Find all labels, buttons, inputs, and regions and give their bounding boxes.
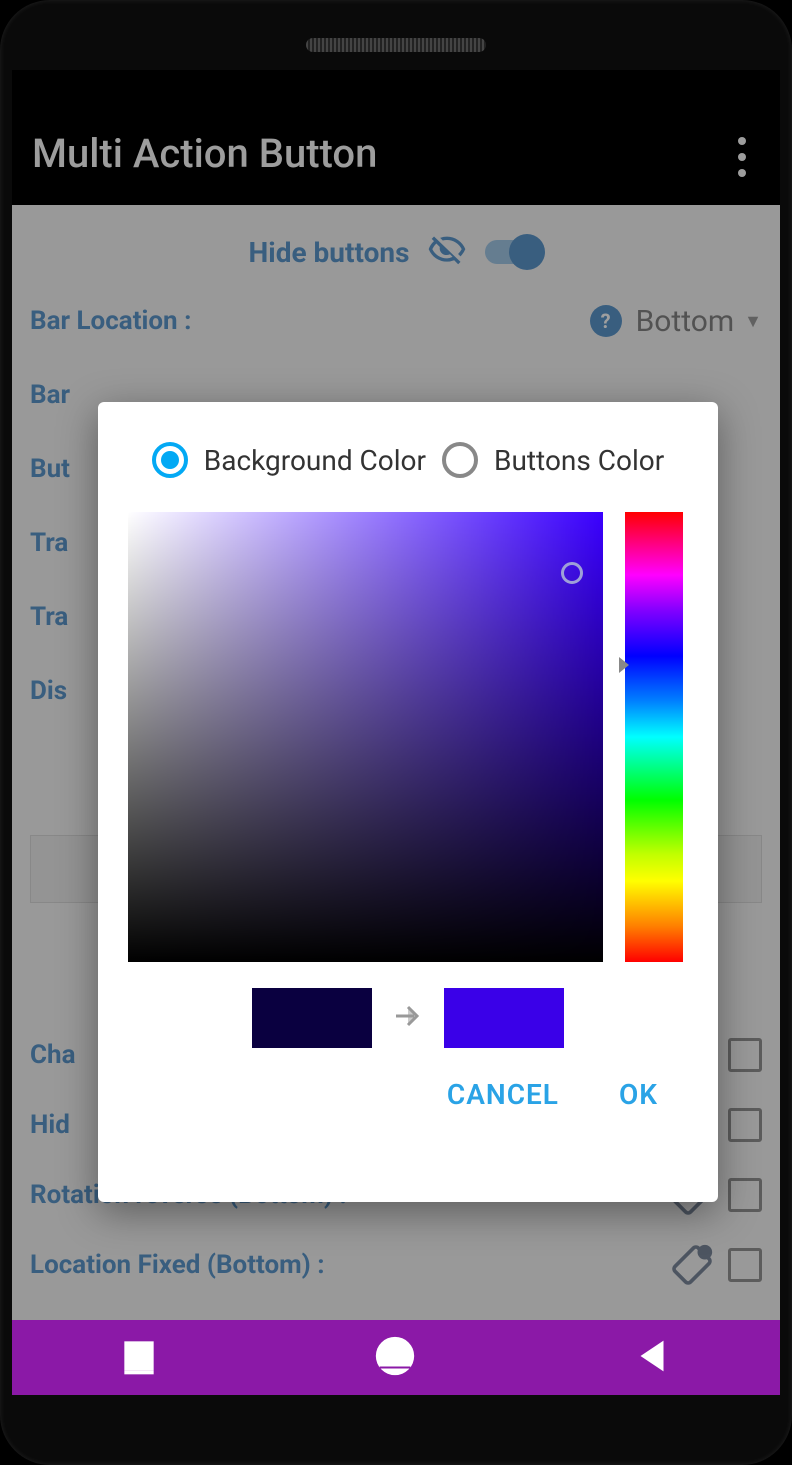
- app-header: Multi Action Button: [12, 70, 780, 205]
- device-frame: Multi Action Button Hide buttons Bar Loc…: [0, 0, 792, 1465]
- color-picker-dialog: Background Color Buttons Color: [98, 402, 718, 1202]
- nav-recent-button[interactable]: [117, 1334, 161, 1382]
- color-target-radio-group: Background Color Buttons Color: [128, 442, 688, 478]
- radio-buttons-color[interactable]: [442, 442, 478, 478]
- device-speaker: [306, 38, 486, 52]
- color-picker-area: [128, 512, 688, 962]
- nav-back-button[interactable]: [629, 1333, 675, 1383]
- radio-buttons-label: Buttons Color: [494, 444, 664, 477]
- ok-button[interactable]: OK: [619, 1078, 658, 1111]
- page-title: Multi Action Button: [32, 130, 724, 177]
- nav-home-button[interactable]: [372, 1333, 418, 1383]
- dialog-actions: CANCEL OK: [128, 1078, 688, 1111]
- saturation-value-panel[interactable]: [128, 512, 603, 962]
- overflow-menu-button[interactable]: [724, 137, 760, 177]
- radio-background-color[interactable]: [152, 442, 188, 478]
- sv-thumb[interactable]: [561, 562, 583, 584]
- color-preview-row: [128, 988, 688, 1048]
- radio-background-label: Background Color: [204, 444, 426, 477]
- old-color-swatch: [252, 988, 372, 1048]
- screen: Multi Action Button Hide buttons Bar Loc…: [12, 70, 780, 1395]
- navigation-bar: [12, 1320, 780, 1395]
- hue-thumb[interactable]: [619, 657, 629, 673]
- new-color-swatch: [444, 988, 564, 1048]
- arrow-right-icon: [390, 998, 426, 1038]
- hue-slider[interactable]: [625, 512, 683, 962]
- cancel-button[interactable]: CANCEL: [447, 1078, 559, 1111]
